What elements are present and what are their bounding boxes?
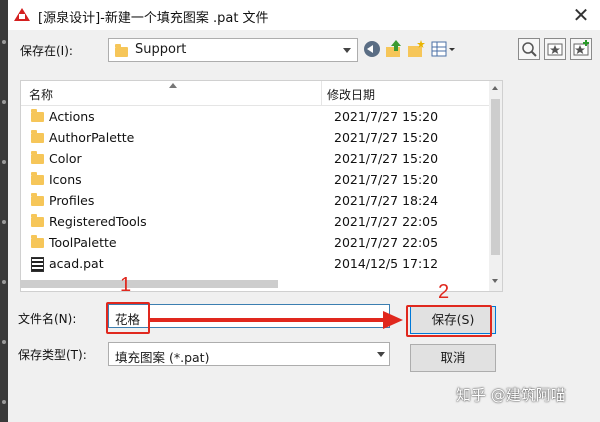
pat-file-icon: [31, 257, 44, 272]
file-row-icons[interactable]: Icons 2021/7/27 15:20: [21, 169, 489, 190]
file-date-cell: 2021/7/27 15:20: [334, 130, 439, 145]
file-date-cell: 2021/7/27 18:24: [334, 193, 439, 208]
edge-dot: [2, 160, 6, 164]
dialog-body: 保存在(I): Support 名称 修改日期 Actions 2021/7/2…: [8, 30, 600, 422]
file-name-cell: ToolPalette: [49, 235, 117, 250]
arrow-left-icon: [367, 45, 373, 53]
favorites-star-icon: [547, 43, 563, 56]
file-row-color[interactable]: Color 2021/7/27 15:20: [21, 148, 489, 169]
file-type-label: 保存类型(T):: [18, 348, 87, 362]
file-date-cell: 2021/7/27 15:20: [334, 109, 439, 124]
annotation-box-filename: [106, 302, 150, 334]
save-dialog-window: [源泉设计]-新建一个填充图案 .pat 文件 ✕ 保存在(I): Suppor…: [0, 0, 600, 422]
file-name-cell: AuthorPalette: [49, 130, 135, 145]
search-icon: [522, 42, 537, 57]
scroll-down-icon[interactable]: [492, 279, 498, 283]
folder-icon: [31, 130, 44, 143]
file-list[interactable]: 名称 修改日期 Actions 2021/7/27 15:20 AuthorPa…: [20, 80, 503, 292]
window-title: [源泉设计]-新建一个填充图案 .pat 文件: [38, 11, 269, 26]
view-grid-icon: [431, 41, 455, 57]
column-header-name[interactable]: 名称: [29, 86, 53, 103]
edge-dot: [2, 100, 6, 104]
file-row-registeredtools[interactable]: RegisteredTools 2021/7/27 22:05: [21, 211, 489, 232]
file-date-cell: 2014/12/5 17:12: [334, 256, 439, 271]
file-type-value: 填充图案 (*.pat): [115, 350, 210, 365]
look-in-label: 保存在(I):: [20, 44, 73, 58]
cancel-button-label: 取消: [440, 350, 466, 365]
title-bar: [源泉设计]-新建一个填充图案 .pat 文件 ✕: [8, 0, 600, 30]
folder-icon: [115, 44, 128, 57]
file-name-input[interactable]: 花格: [108, 304, 390, 328]
add-favorite-button[interactable]: [570, 38, 592, 60]
annotation-arrow-head: [383, 311, 403, 329]
file-name-cell: Profiles: [49, 193, 95, 208]
horizontal-scrollbar-thumb[interactable]: [20, 280, 278, 288]
annotation-step-2: 2: [438, 281, 450, 303]
watermark-text: 知乎 @建筑阿喵: [456, 386, 566, 404]
annotation-arrow-line: [150, 318, 385, 322]
file-name-label: 文件名(N):: [18, 312, 77, 326]
file-list-header: 名称 修改日期: [21, 81, 489, 106]
file-row-profiles[interactable]: Profiles 2021/7/27 18:24: [21, 190, 489, 211]
file-row-actions[interactable]: Actions 2021/7/27 15:20: [21, 106, 489, 127]
vertical-scrollbar[interactable]: [489, 81, 502, 291]
file-date-cell: 2021/7/27 15:20: [334, 151, 439, 166]
folder-icon: [31, 151, 44, 164]
edge-dot: [2, 340, 6, 344]
view-menu-button[interactable]: [430, 39, 456, 59]
cancel-button[interactable]: 取消: [410, 344, 496, 372]
add-favorite-icon: [573, 40, 589, 56]
file-name-cell: Actions: [49, 109, 95, 124]
file-row-toolpalette[interactable]: ToolPalette 2021/7/27 22:05: [21, 232, 489, 253]
annotation-step-1: 1: [120, 274, 132, 296]
sort-ascending-icon: [169, 83, 177, 88]
look-in-dropdown[interactable]: Support: [108, 38, 358, 62]
left-edge-decoration: [0, 0, 8, 422]
file-name-cell: acad.pat: [49, 256, 104, 271]
file-row-acad-pat[interactable]: acad.pat 2014/12/5 17:12: [21, 253, 489, 274]
up-folder-icon: [386, 40, 401, 57]
file-name-cell: Icons: [49, 172, 82, 187]
scroll-up-icon[interactable]: [492, 86, 498, 90]
folder-icon: [31, 235, 44, 248]
new-folder-button[interactable]: [406, 39, 426, 59]
edge-dot: [2, 400, 6, 404]
file-date-cell: 2021/7/27 22:05: [334, 235, 439, 250]
file-name-cell: Color: [49, 151, 82, 166]
column-header-date[interactable]: 修改日期: [327, 86, 375, 103]
folder-icon: [31, 109, 44, 122]
edge-dot: [2, 280, 6, 284]
autocad-app-icon: [14, 8, 30, 21]
file-date-cell: 2021/7/27 15:20: [334, 172, 439, 187]
edge-dot: [2, 220, 6, 224]
file-row-authorpalette[interactable]: AuthorPalette 2021/7/27 15:20: [21, 127, 489, 148]
file-date-cell: 2021/7/27 22:05: [334, 214, 439, 229]
look-in-value: Support: [135, 42, 187, 57]
file-name-cell: RegisteredTools: [49, 214, 147, 229]
annotation-box-save: [406, 305, 492, 337]
back-button[interactable]: [362, 39, 382, 59]
scrollbar-thumb[interactable]: [491, 99, 500, 255]
chevron-down-icon: [343, 48, 351, 53]
chevron-down-icon: [377, 352, 385, 357]
folder-icon: [31, 193, 44, 206]
column-divider[interactable]: [321, 81, 322, 105]
search-web-button[interactable]: [518, 38, 540, 60]
folder-icon: [31, 172, 44, 185]
up-folder-button[interactable]: [384, 39, 404, 59]
folder-icon: [31, 214, 44, 227]
file-type-dropdown[interactable]: 填充图案 (*.pat): [108, 342, 390, 366]
new-folder-icon: [408, 40, 425, 57]
edge-dot: [2, 40, 6, 44]
favorites-button[interactable]: [544, 38, 566, 60]
close-icon[interactable]: ✕: [568, 3, 594, 27]
